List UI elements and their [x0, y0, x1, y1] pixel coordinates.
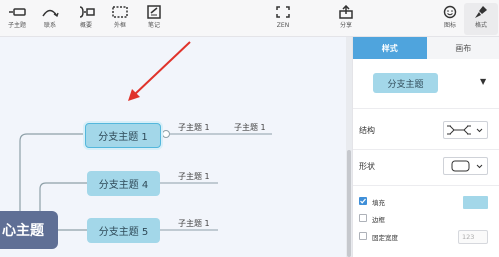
- mindmap-canvas[interactable]: 分支主题 1 子主题 1 子主题 1 分支主题 4 子主题 1 分支主题 5 子…: [0, 37, 346, 257]
- toolbar-summary-button[interactable]: 概要: [69, 3, 103, 35]
- fill-label: 填充: [372, 199, 385, 207]
- toolbar-subtopic-button[interactable]: 子主题: [0, 3, 34, 35]
- divider: [353, 149, 499, 150]
- shape-label: 形状: [359, 162, 375, 171]
- branch-topic-1[interactable]: 分支主题 1: [85, 123, 161, 148]
- toolbar-summary-label: 概要: [79, 22, 92, 29]
- toolbar-note-button[interactable]: 笔记: [137, 3, 171, 35]
- tab-style[interactable]: 样式: [353, 37, 427, 59]
- structure-label: 结构: [359, 126, 375, 135]
- toolbar-format-label: 格式: [474, 22, 487, 29]
- central-topic[interactable]: 心主题: [0, 211, 58, 249]
- panel-tabs: 样式 画布: [353, 37, 499, 59]
- subtopic-1b[interactable]: 子主题 1: [234, 122, 266, 133]
- toolbar-zen-label: ZEN: [276, 22, 290, 29]
- toolbar-zen-button[interactable]: ZEN: [266, 3, 300, 35]
- share-icon: [336, 3, 356, 21]
- structure-icon: [447, 125, 471, 135]
- top-toolbar: 子主题 联系 概要 外框 笔记 ZEN 分享 图标 格式: [0, 0, 499, 37]
- tab-canvas[interactable]: 画布: [426, 37, 499, 59]
- subtopic-1a[interactable]: 子主题 1: [178, 122, 210, 133]
- toolbar-relationship-label: 联系: [43, 22, 56, 29]
- toolbar-icon-panel-button[interactable]: 图标: [433, 3, 467, 35]
- note-icon: [144, 3, 164, 21]
- topic-style-selector[interactable]: 分支主题 ▼: [353, 59, 499, 109]
- structure-select[interactable]: [443, 121, 488, 139]
- format-panel: 样式 画布 分支主题 ▼ 结构 形状 填充 边框 固定宽度 123: [352, 37, 499, 257]
- fixed-width-label: 固定宽度: [372, 234, 398, 242]
- toolbar-relationship-button[interactable]: 联系: [33, 3, 67, 35]
- branch-topic-4-label: 分支主题 4: [98, 180, 149, 191]
- summary-icon: [76, 3, 96, 21]
- format-brush-icon: [471, 3, 491, 21]
- caret-down-icon: ▼: [480, 77, 487, 86]
- toolbar-format-button[interactable]: 格式: [464, 3, 498, 35]
- toolbar-icon-panel-label: 图标: [443, 22, 456, 29]
- border-label: 边框: [372, 216, 385, 224]
- checkmark-icon: [360, 198, 366, 204]
- subtopic-5a[interactable]: 子主题 1: [178, 218, 210, 229]
- emoji-icon: [440, 3, 460, 21]
- shape-select[interactable]: [443, 157, 488, 175]
- canvas-scrollbar-thumb[interactable]: [347, 150, 351, 257]
- toolbar-note-label: 笔记: [147, 22, 160, 29]
- fixed-width-placeholder: 123: [462, 233, 475, 241]
- fixed-width-input[interactable]: 123: [458, 230, 488, 244]
- divider: [353, 185, 499, 186]
- fixed-width-checkbox[interactable]: [359, 232, 367, 240]
- toolbar-boundary-button[interactable]: 外框: [103, 3, 137, 35]
- style-preview-pill: 分支主题: [373, 73, 438, 93]
- fill-checkbox[interactable]: [359, 197, 367, 205]
- branch-topic-5-label: 分支主题 5: [98, 227, 149, 238]
- subtopic-4a[interactable]: 子主题 1: [178, 171, 210, 182]
- toolbar-share-label: 分享: [339, 22, 352, 29]
- central-topic-label: 心主题: [2, 223, 44, 239]
- border-checkbox[interactable]: [359, 214, 367, 222]
- add-subtopic-icon: [7, 3, 27, 21]
- branch-topic-5[interactable]: 分支主题 5: [87, 218, 160, 243]
- fill-color-swatch[interactable]: [463, 196, 488, 209]
- rounded-rect-shape-icon: [451, 160, 470, 172]
- zen-icon: [273, 3, 293, 21]
- chevron-down-icon: [476, 164, 483, 169]
- toolbar-subtopic-label: 子主题: [7, 22, 26, 29]
- branch-topic-1-label: 分支主题 1: [98, 132, 148, 143]
- toolbar-boundary-label: 外框: [113, 22, 126, 29]
- relationship-icon: [40, 3, 60, 21]
- boundary-icon: [110, 3, 130, 21]
- branch-topic-4[interactable]: 分支主题 4: [87, 171, 160, 196]
- chevron-down-icon: [476, 128, 483, 133]
- toolbar-share-button[interactable]: 分享: [329, 3, 363, 35]
